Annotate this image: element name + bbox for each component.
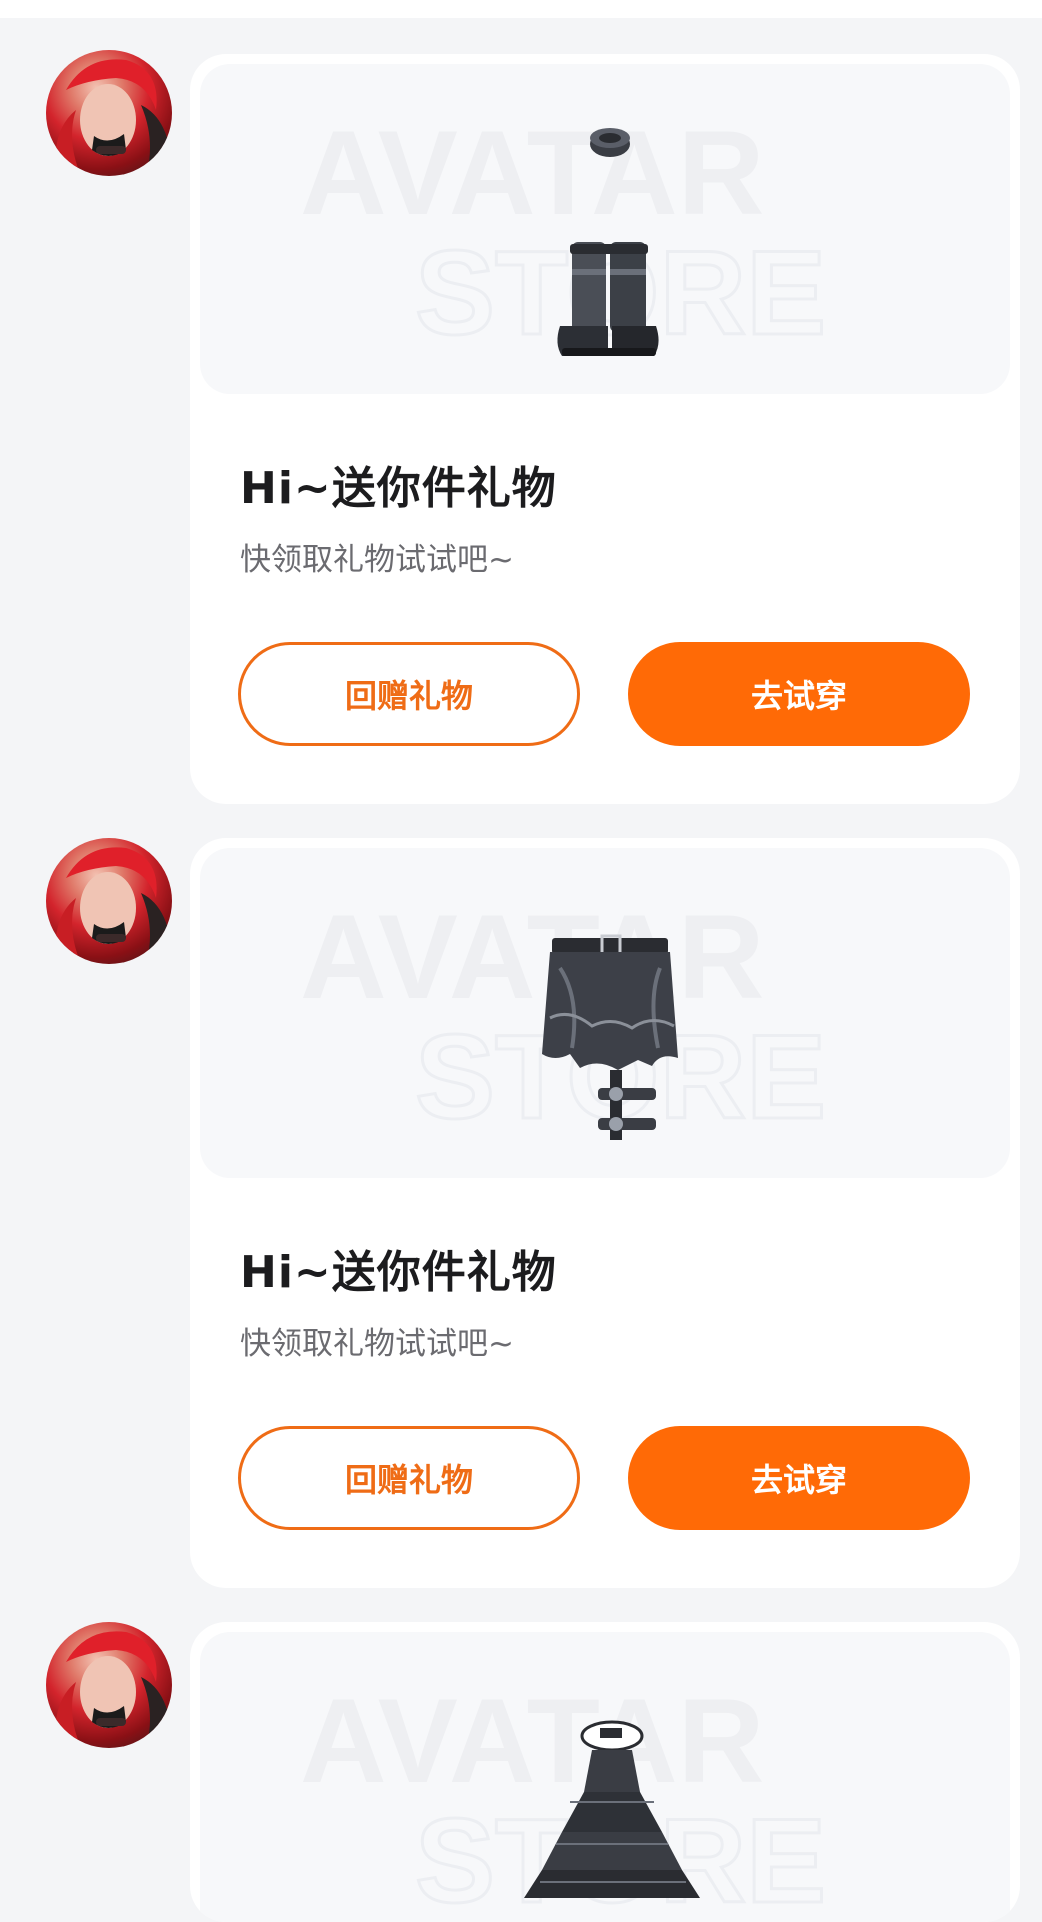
gift-preview[interactable]: AVATAR STORE <box>200 64 1010 394</box>
try-on-button[interactable]: 去试穿 <box>628 642 970 746</box>
gift-card: AVATAR STORE <box>190 54 1020 804</box>
gift-subtitle: 快领取礼物试试吧~ <box>240 542 514 578</box>
gift-preview[interactable]: AVATAR STORE <box>200 1632 1010 1922</box>
avatar[interactable] <box>46 1622 172 1748</box>
gift-card: AVATAR STORE <box>190 838 1020 1588</box>
avatar[interactable] <box>46 838 172 964</box>
dress-icon <box>200 1632 1010 1922</box>
gift-card: AVATAR STORE <box>190 1622 1020 1922</box>
avatar-portrait-icon <box>55 59 172 176</box>
gift-preview[interactable]: AVATAR STORE <box>200 848 1010 1178</box>
gift-title: Hi~送你件礼物 <box>240 1247 557 1298</box>
shorts-icon <box>200 848 1010 1178</box>
avatar-portrait-icon <box>55 847 172 964</box>
message-feed[interactable]: AVATAR STORE <box>0 0 1042 1922</box>
boots-icon <box>200 64 1010 394</box>
gift-title: Hi~送你件礼物 <box>240 463 557 514</box>
return-gift-button[interactable]: 回赠礼物 <box>238 1426 580 1530</box>
try-on-button[interactable]: 去试穿 <box>628 1426 970 1530</box>
gift-subtitle: 快领取礼物试试吧~ <box>240 1326 514 1362</box>
avatar-portrait-icon <box>55 1631 172 1748</box>
avatar[interactable] <box>46 50 172 176</box>
return-gift-button[interactable]: 回赠礼物 <box>238 642 580 746</box>
